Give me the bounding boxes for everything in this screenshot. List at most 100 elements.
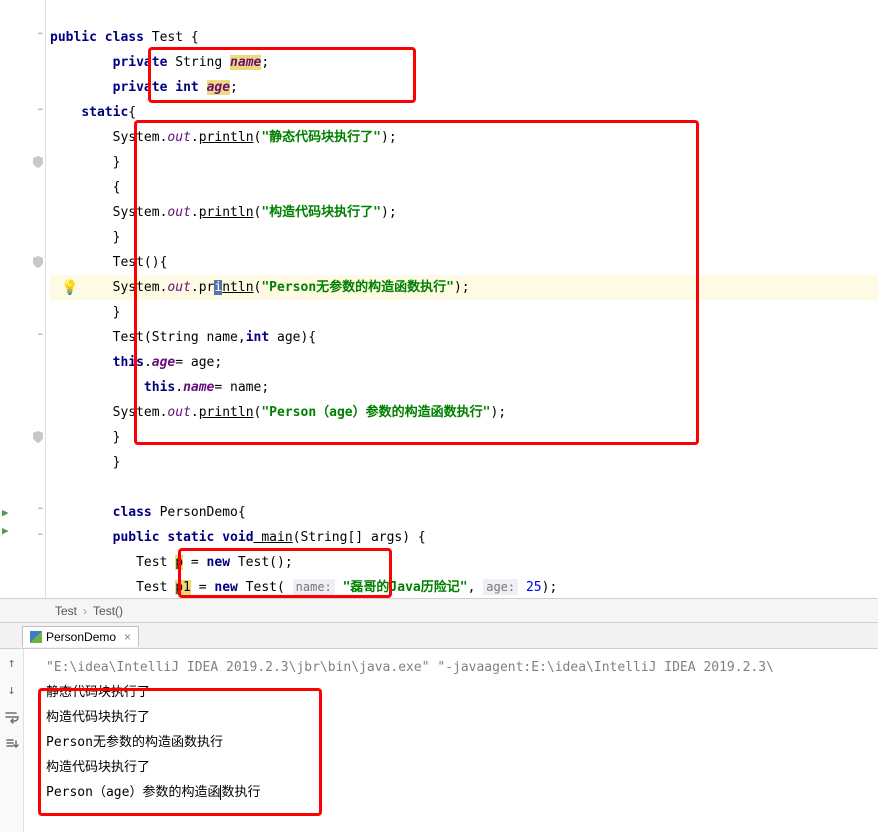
fold-minus-icon[interactable]: − [38, 29, 43, 39]
code-text: ); [454, 280, 470, 295]
run-gutter-icon[interactable]: ▶ [2, 524, 9, 537]
editor-wrapper: − − − − − 💡 ▶ ▶ public class Test { priv… [0, 0, 878, 598]
code-text: ); [542, 580, 558, 595]
code-text: String [167, 55, 230, 70]
code-text: ); [381, 205, 397, 220]
code-text: } [113, 230, 121, 245]
keyword: static [81, 105, 128, 120]
string-literal: "Person（age）参数的构造函数执行" [261, 405, 490, 420]
method-println: println [199, 205, 254, 220]
code-editor[interactable]: public class Test { private String name;… [46, 0, 878, 598]
method-println: println [199, 130, 254, 145]
field-out: out [167, 205, 190, 220]
param-hint: name: [293, 579, 335, 595]
code-text: (String[] args) { [293, 530, 426, 545]
code-text: System. [113, 405, 168, 420]
method-println: ntln [222, 280, 253, 295]
keyword: void [214, 530, 253, 545]
keyword: new [214, 580, 237, 595]
fold-minus-icon[interactable]: − [38, 105, 43, 115]
field-name: name [183, 380, 214, 395]
code-text: System. [113, 280, 168, 295]
method-main: main [254, 530, 293, 545]
keyword: private [113, 55, 168, 70]
shield-icon [33, 431, 43, 443]
shield-icon [33, 256, 43, 268]
keyword: class [105, 30, 144, 45]
code-text: , [468, 580, 484, 595]
code-text: ; [230, 80, 238, 95]
string-literal: "构造代码块执行了" [261, 205, 381, 220]
console-output[interactable]: "E:\idea\IntelliJ IDEA 2019.2.3\jbr\bin\… [24, 649, 878, 832]
keyword: new [207, 555, 230, 570]
keyword: public [50, 30, 97, 45]
code-text: Test [136, 555, 175, 570]
console-toolbar: ↑ ↓ [0, 649, 24, 832]
editor-gutter[interactable]: − − − − − [20, 0, 46, 598]
shield-icon [33, 156, 43, 168]
keyword: class [113, 505, 152, 520]
console-panel: ↑ ↓ "E:\idea\IntelliJ IDEA 2019.2.3\jbr\… [0, 649, 878, 832]
code-text: ); [381, 130, 397, 145]
code-text: { [128, 105, 136, 120]
keyword: private [113, 80, 168, 95]
variable: p1 [175, 580, 191, 595]
string-literal: "Person无参数的构造函数执行" [261, 280, 454, 295]
field-name: name [230, 55, 261, 70]
console-output-line: 构造代码块执行了 [46, 705, 878, 730]
run-tab-bar: PersonDemo × [0, 623, 878, 649]
code-text: } [113, 455, 121, 470]
run-tab-label: PersonDemo [46, 630, 116, 644]
breadcrumb-item[interactable]: Test [55, 604, 77, 618]
console-command-line: "E:\idea\IntelliJ IDEA 2019.2.3\jbr\bin\… [46, 655, 878, 680]
console-output-line: 静态代码块执行了 [46, 680, 878, 705]
code-text: . [175, 380, 183, 395]
soft-wrap-icon[interactable] [4, 709, 20, 725]
code-text: System. [113, 130, 168, 145]
method-println: println [199, 405, 254, 420]
java-icon [30, 631, 42, 643]
lightbulb-icon[interactable]: 💡 [61, 280, 75, 294]
arrow-up-icon[interactable]: ↑ [4, 655, 20, 671]
code-text: ; [261, 55, 269, 70]
code-text: = [183, 555, 206, 570]
code-text: Test(); [230, 555, 293, 570]
field-out: out [167, 280, 190, 295]
code-text: . [144, 355, 152, 370]
code-text: = name; [214, 380, 269, 395]
close-icon[interactable]: × [124, 630, 131, 644]
code-text: { [113, 180, 121, 195]
run-config-tab[interactable]: PersonDemo × [22, 626, 139, 647]
run-gutter-icon[interactable]: ▶ [2, 506, 9, 519]
fold-minus-icon[interactable]: − [38, 504, 43, 514]
field-out: out [167, 405, 190, 420]
code-text: = age; [175, 355, 222, 370]
code-text: } [113, 155, 121, 170]
field-age: age [207, 80, 230, 95]
code-text: } [113, 430, 121, 445]
console-output-line: Person无参数的构造函数执行 [46, 730, 878, 755]
number-literal: 25 [518, 580, 541, 595]
code-text: PersonDemo{ [152, 505, 246, 520]
variable: p [175, 555, 183, 570]
param-hint: age: [483, 579, 518, 595]
keyword: public [113, 530, 160, 545]
code-text: Test [136, 580, 175, 595]
keyword: int [167, 80, 206, 95]
code-text: . [191, 405, 199, 420]
field-age: age [152, 355, 175, 370]
chevron-right-icon: › [83, 604, 87, 618]
scroll-to-end-icon[interactable] [4, 736, 20, 752]
code-text: Test { [144, 30, 199, 45]
code-text: .pr [191, 280, 214, 295]
breadcrumb-bar: Test › Test() [0, 598, 878, 623]
code-text: Test( [238, 580, 293, 595]
keyword: static [160, 530, 215, 545]
console-output-line: Person（age）参数的构造函数执行 [46, 780, 878, 805]
fold-minus-icon[interactable]: − [38, 530, 43, 540]
code-text: age){ [269, 330, 316, 345]
fold-minus-icon[interactable]: − [38, 330, 43, 340]
keyword: this [144, 380, 175, 395]
breadcrumb-item[interactable]: Test() [93, 604, 123, 618]
arrow-down-icon[interactable]: ↓ [4, 682, 20, 698]
